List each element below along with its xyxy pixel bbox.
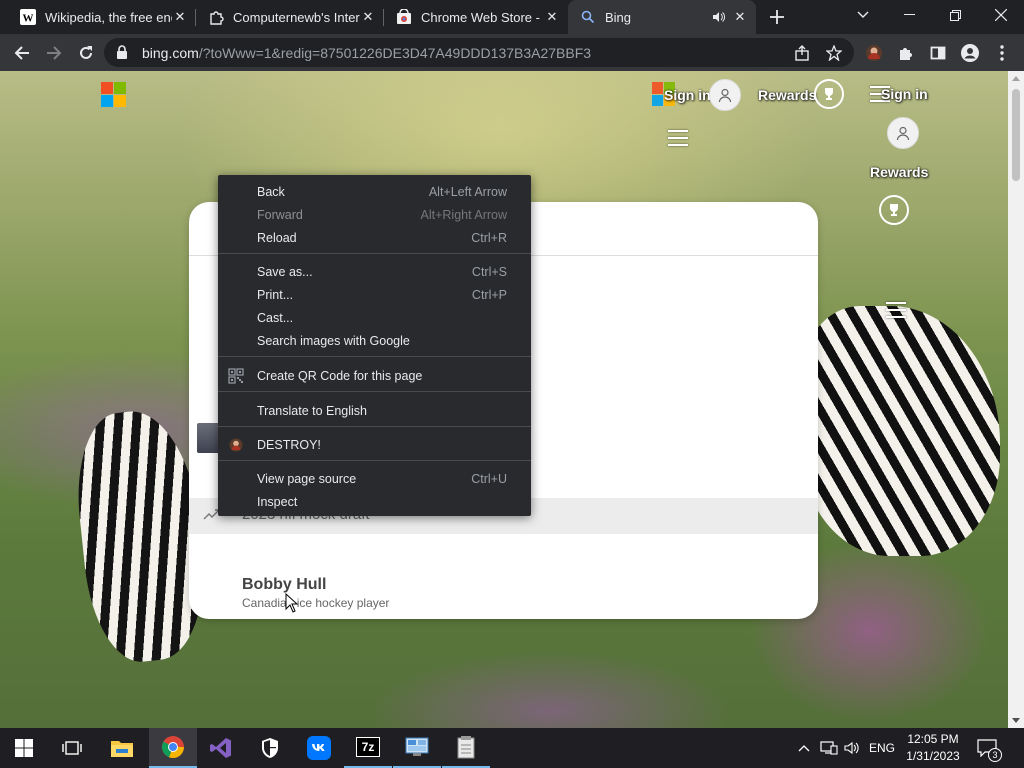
- network-icon[interactable]: [818, 728, 840, 768]
- 7zip-icon[interactable]: 7z: [344, 728, 392, 768]
- puzzle-icon: [208, 9, 224, 25]
- logo-square: [652, 82, 663, 94]
- menu-item-create-qr[interactable]: Create QR Code for this page: [218, 364, 531, 387]
- new-tab-button[interactable]: [766, 6, 788, 28]
- tab-wikipedia[interactable]: W Wikipedia, the free encyclopedia ✕: [8, 0, 196, 34]
- trophy-icon[interactable]: [879, 195, 909, 225]
- windows-taskbar: 7z ENG 12:05 PM 1/31/2023 3: [0, 728, 1024, 768]
- share-icon[interactable]: [792, 43, 812, 63]
- tab-bing[interactable]: Bing ✕: [568, 0, 756, 34]
- close-icon[interactable]: ✕: [544, 9, 560, 25]
- qr-code-icon: [228, 368, 244, 384]
- search-icon: [580, 9, 596, 25]
- tab-title: Chrome Web Store - Extensions: [421, 9, 544, 25]
- tab-title: Wikipedia, the free encyclopedia: [45, 9, 172, 25]
- user-avatar-icon[interactable]: [887, 117, 919, 149]
- close-icon[interactable]: ✕: [732, 9, 748, 25]
- rewards-link[interactable]: Rewards: [758, 87, 816, 103]
- menu-item-save-as[interactable]: Save as... Ctrl+S: [218, 260, 531, 283]
- hamburger-menu-icon[interactable]: [668, 130, 688, 146]
- tab-title: Computernewb's Internet: [233, 9, 360, 25]
- chevron-up-icon[interactable]: [794, 728, 814, 768]
- menu-item-print[interactable]: Print... Ctrl+P: [218, 283, 531, 306]
- logo-square: [101, 95, 113, 107]
- extension-avatar-icon[interactable]: [860, 39, 888, 67]
- tab-computernewb[interactable]: Computernewb's Internet ✕: [196, 0, 384, 34]
- logo-square: [114, 82, 126, 94]
- back-button[interactable]: [8, 39, 36, 67]
- page-scrollbar[interactable]: [1008, 71, 1024, 728]
- url-text: bing.com/?toWww=1&redig=87501226DE3D47A4…: [142, 45, 592, 61]
- clock-time: 12:05 PM: [907, 732, 959, 746]
- bookmark-star-icon[interactable]: [824, 43, 844, 63]
- scroll-up-icon[interactable]: [1012, 76, 1020, 81]
- menu-item-inspect[interactable]: Inspect: [218, 490, 531, 513]
- microsoft-logo[interactable]: [101, 82, 126, 107]
- close-icon[interactable]: ✕: [172, 9, 188, 25]
- close-icon[interactable]: ✕: [360, 9, 376, 25]
- task-view-button[interactable]: [48, 728, 96, 768]
- browser-toolbar: bing.com/?toWww=1&redig=87501226DE3D47A4…: [0, 34, 1024, 71]
- speaker-icon[interactable]: [710, 9, 726, 25]
- user-avatar-icon[interactable]: [709, 79, 741, 111]
- windows-security-icon[interactable]: [246, 728, 294, 768]
- minimize-button[interactable]: [886, 0, 932, 30]
- forward-button[interactable]: [40, 39, 68, 67]
- wikipedia-icon: W: [20, 9, 36, 25]
- menu-item-cast[interactable]: Cast...: [218, 306, 531, 329]
- trophy-icon[interactable]: [814, 79, 844, 109]
- address-bar[interactable]: bing.com/?toWww=1&redig=87501226DE3D47A4…: [104, 38, 854, 67]
- menu-item-reload[interactable]: Reload Ctrl+R: [218, 226, 531, 249]
- file-explorer-icon[interactable]: [98, 728, 146, 768]
- svg-text:W: W: [23, 13, 34, 25]
- clock-date: 1/31/2023: [906, 749, 960, 763]
- notepad-icon[interactable]: [442, 728, 490, 768]
- menu-item-translate[interactable]: Translate to English: [218, 399, 531, 422]
- tab-strip: W Wikipedia, the free encyclopedia ✕ Com…: [0, 0, 1024, 34]
- sign-in-link[interactable]: Sign in: [881, 86, 928, 102]
- menu-item-view-source[interactable]: View page source Ctrl+U: [218, 467, 531, 490]
- lock-icon[interactable]: [116, 45, 128, 62]
- sign-in-link[interactable]: Sign in: [664, 87, 711, 103]
- control-panel-icon[interactable]: [393, 728, 441, 768]
- logo-square: [114, 95, 126, 107]
- entity-subtitle: Canadian ice hockey player: [242, 596, 390, 610]
- side-panel-icon[interactable]: [924, 39, 952, 67]
- context-menu: Back Alt+Left Arrow Forward Alt+Right Ar…: [218, 175, 531, 516]
- entity-title[interactable]: Bobby Hull: [242, 576, 326, 594]
- notification-center-icon[interactable]: 3: [972, 728, 1002, 768]
- reload-button[interactable]: [72, 39, 100, 67]
- profile-icon[interactable]: [956, 39, 984, 67]
- logo-square: [652, 94, 663, 106]
- vk-icon[interactable]: [295, 728, 343, 768]
- scroll-down-icon[interactable]: [1012, 718, 1020, 723]
- restore-button[interactable]: [932, 0, 978, 30]
- tab-chrome-web-store[interactable]: Chrome Web Store - Extensions ✕: [384, 0, 568, 34]
- menu-item-back[interactable]: Back Alt+Left Arrow: [218, 180, 531, 203]
- close-window-button[interactable]: [978, 0, 1024, 30]
- logo-square: [101, 82, 113, 94]
- background-zebra: [800, 306, 1000, 556]
- chrome-menu-icon[interactable]: [988, 39, 1016, 67]
- extensions-puzzle-icon[interactable]: [892, 39, 920, 67]
- chrome-taskbar-icon[interactable]: [149, 728, 197, 768]
- volume-icon[interactable]: [842, 728, 862, 768]
- extension-avatar-icon: [228, 437, 244, 453]
- tab-search-chevron-icon[interactable]: [840, 0, 886, 30]
- start-button[interactable]: [0, 728, 48, 768]
- menu-item-search-images[interactable]: Search images with Google: [218, 329, 531, 352]
- scrollbar-thumb[interactable]: [1012, 89, 1020, 181]
- taskbar-clock[interactable]: 12:05 PM 1/31/2023: [898, 731, 968, 765]
- menu-item-forward[interactable]: Forward Alt+Right Arrow: [218, 203, 531, 226]
- tab-title: Bing: [605, 9, 632, 25]
- visual-studio-icon[interactable]: [197, 728, 245, 768]
- language-indicator[interactable]: ENG: [866, 728, 898, 768]
- mouse-cursor-icon: [285, 592, 299, 616]
- menu-item-destroy[interactable]: DESTROY!: [218, 433, 531, 456]
- rewards-link[interactable]: Rewards: [870, 164, 928, 180]
- hamburger-menu-icon[interactable]: [886, 302, 906, 318]
- chrome-webstore-icon: [396, 9, 412, 25]
- notification-count-badge: 3: [988, 748, 1002, 762]
